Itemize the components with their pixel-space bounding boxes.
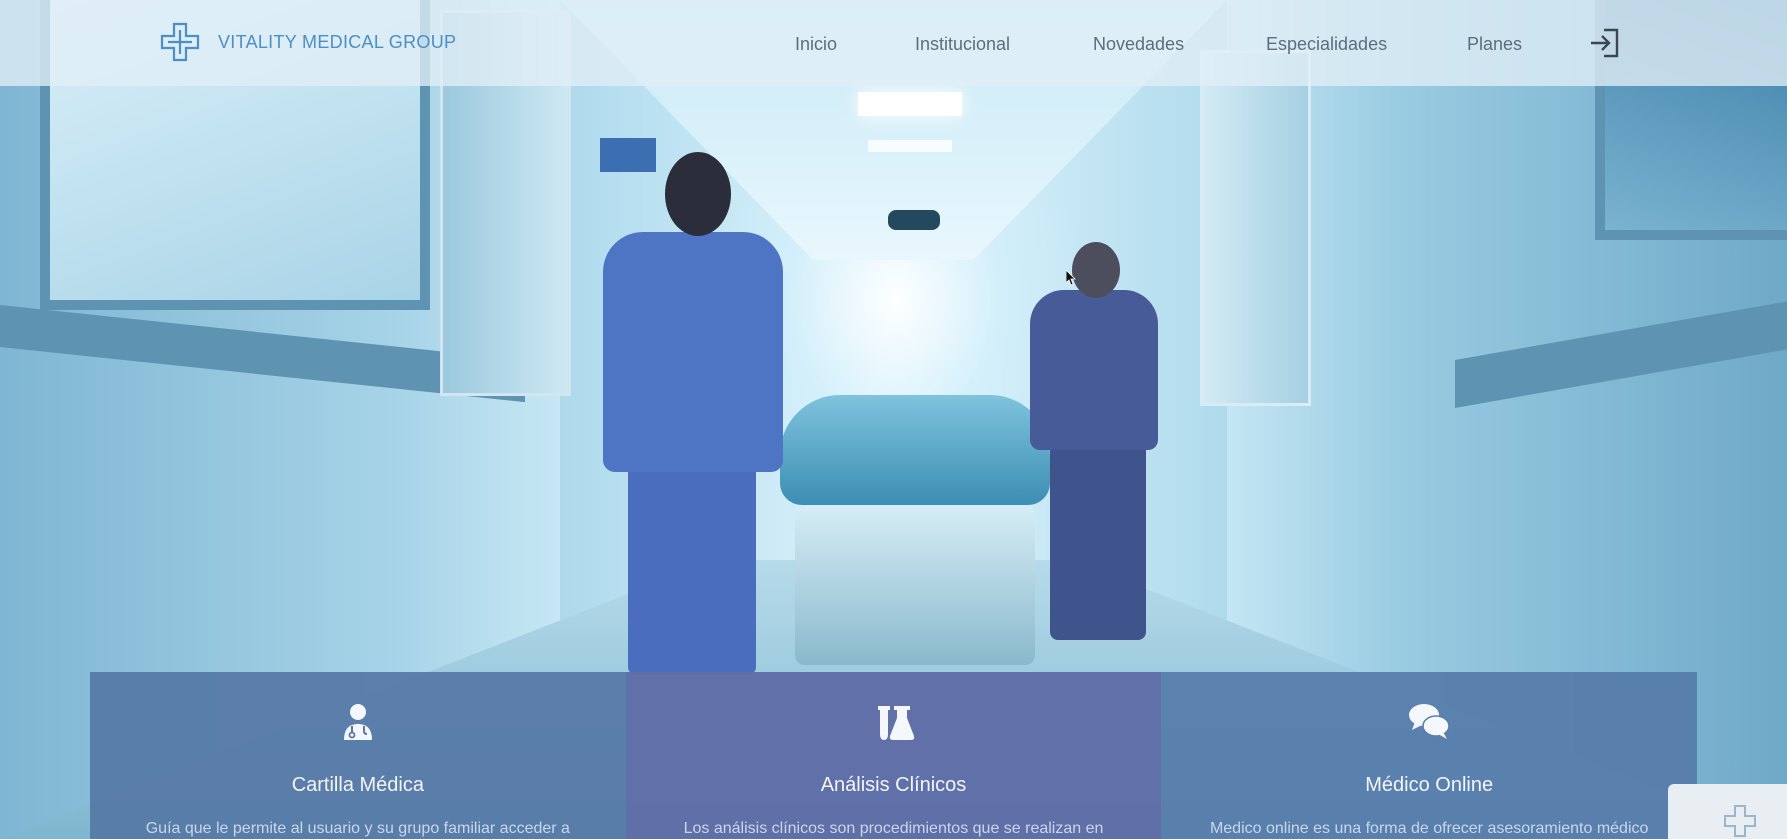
login-icon[interactable] [1588,28,1620,58]
nav-link-especialidades[interactable]: Especialidades [1266,34,1387,55]
chat-bubbles-icon [1409,704,1450,739]
nav-link-planes[interactable]: Planes [1467,34,1522,55]
card-title: Análisis Clínicos [820,774,967,796]
chat-widget-icon [1724,805,1756,837]
card-title: Médico Online [1365,774,1494,796]
mouse-cursor-icon [1066,270,1076,286]
card-cartilla-medica[interactable]: Cartilla Médica Guía que le permite al u… [90,672,626,839]
card-medico-online[interactable]: Médico Online Medico online es una forma… [1161,672,1698,839]
main-nav: Inicio Institucional Novedades Especiali… [0,0,1787,86]
lab-flasks-icon [877,706,914,740]
nav-link-institucional[interactable]: Institucional [915,34,1010,55]
chat-widget[interactable] [1668,784,1787,839]
navbar: VITALITY MEDICAL GROUP Inicio Institucio… [0,0,1787,86]
card-title: Cartilla Médica [291,774,424,796]
feature-cards: Cartilla Médica Guía que le permite al u… [90,672,1698,839]
nav-link-novedades[interactable]: Novedades [1093,34,1184,55]
card-text: Guía que le permite al usuario y su grup… [145,820,570,837]
doctor-icon [343,704,372,740]
card-text: Medico online es una forma de ofrecer as… [1209,820,1649,837]
nav-link-inicio[interactable]: Inicio [795,34,837,55]
card-text: Los análisis clínicos son procedimientos… [683,820,1104,837]
card-analisis-clinicos[interactable]: Análisis Clínicos Los análisis clínicos … [625,672,1162,839]
